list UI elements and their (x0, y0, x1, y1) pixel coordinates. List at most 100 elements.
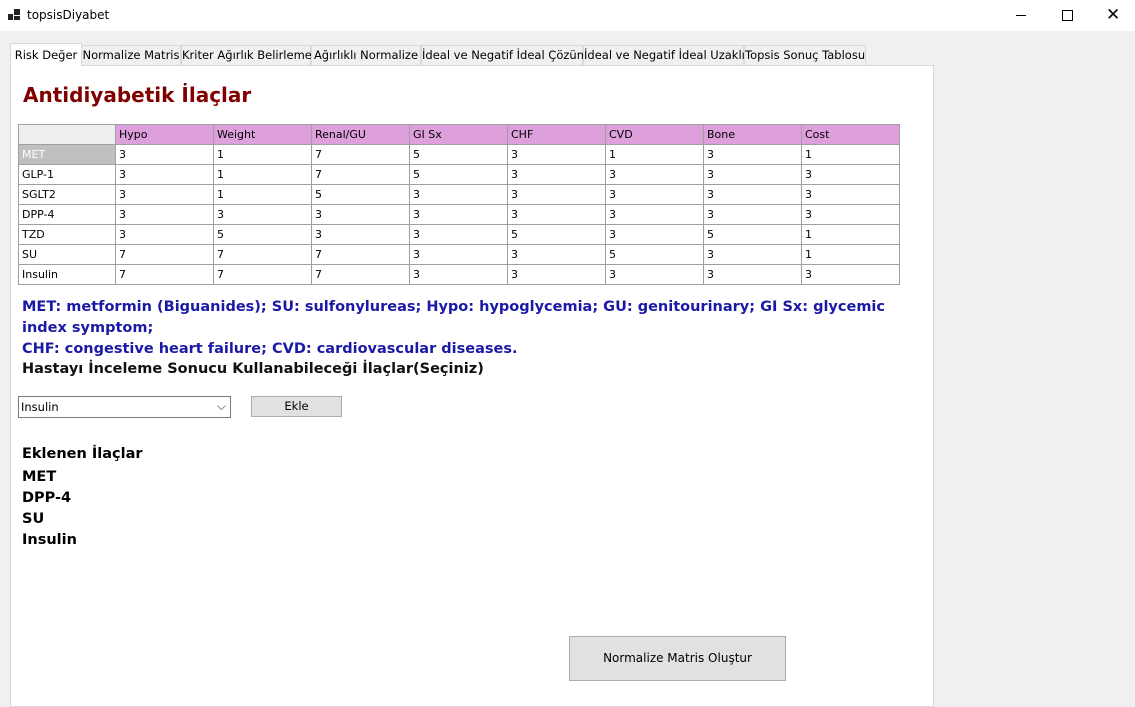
column-header[interactable]: Hypo (115, 124, 214, 145)
column-header[interactable]: Cost (801, 124, 900, 145)
table-cell[interactable]: 3 (703, 204, 802, 225)
tab-ideal-cozum[interactable]: İdeal ve Negatif İdeal Çözüm (421, 45, 588, 65)
table-cell[interactable]: 3 (115, 204, 214, 225)
table-cell[interactable]: 7 (115, 264, 214, 285)
table-cell[interactable]: 1 (605, 144, 704, 165)
table-cell[interactable]: 3 (409, 184, 508, 205)
column-header[interactable]: Weight (213, 124, 312, 145)
table-cell[interactable]: 3 (703, 164, 802, 185)
table-cell[interactable]: 7 (115, 244, 214, 265)
table-cell[interactable]: 3 (507, 144, 606, 165)
table-cell[interactable]: 5 (507, 224, 606, 245)
list-item: DPP-4 (22, 490, 72, 506)
table-cell[interactable]: 1 (213, 144, 312, 165)
normalize-matrix-button[interactable]: Normalize Matris Oluştur (569, 636, 786, 681)
combobox-value: Insulin (21, 400, 59, 414)
column-header[interactable]: Bone (703, 124, 802, 145)
table-cell[interactable]: 3 (409, 204, 508, 225)
app-icon (8, 9, 20, 21)
table-cell[interactable]: 3 (605, 224, 704, 245)
row-header-met[interactable]: MET (18, 144, 116, 165)
row-header-insulin[interactable]: Insulin (18, 264, 116, 285)
row-header-sglt2[interactable]: SGLT2 (18, 184, 116, 205)
table-cell[interactable]: 3 (507, 264, 606, 285)
table-cell[interactable]: 3 (703, 244, 802, 265)
table-cell[interactable]: 3 (213, 204, 312, 225)
tab-kriter-agirlik[interactable]: Kriter Ağırlık Belirleme (181, 45, 312, 65)
table-cell[interactable]: 5 (703, 224, 802, 245)
table-cell[interactable]: 3 (115, 184, 214, 205)
table-cell[interactable]: 7 (213, 264, 312, 285)
table-cell[interactable]: 3 (311, 224, 410, 245)
add-button[interactable]: Ekle (251, 396, 342, 417)
table-cell[interactable]: 3 (703, 264, 802, 285)
minimize-button[interactable] (998, 0, 1044, 31)
window-title: topsisDiyabet (27, 8, 110, 22)
table-cell[interactable]: 3 (115, 224, 214, 245)
table-cell[interactable]: 3 (507, 204, 606, 225)
table-cell[interactable]: 7 (311, 244, 410, 265)
table-cell[interactable]: 7 (311, 164, 410, 185)
row-header-dpp4[interactable]: DPP-4 (18, 204, 116, 225)
table-cell[interactable]: 3 (115, 164, 214, 185)
table-cell[interactable]: 7 (311, 264, 410, 285)
maximize-button[interactable] (1044, 0, 1090, 31)
column-header[interactable]: CVD (605, 124, 704, 145)
tab-risk-deger[interactable]: Risk Değer (10, 43, 82, 66)
row-header-tzd[interactable]: TZD (18, 224, 116, 245)
table-cell[interactable]: 3 (409, 224, 508, 245)
table-cell[interactable]: 1 (801, 144, 900, 165)
table-cell[interactable]: 1 (801, 224, 900, 245)
table-cell[interactable]: 5 (311, 184, 410, 205)
chevron-down-icon[interactable]: ⌵ (217, 399, 226, 414)
column-header[interactable]: GI Sx (409, 124, 508, 145)
table-cell[interactable]: 3 (605, 184, 704, 205)
close-icon: ✕ (1106, 5, 1121, 25)
table-cell[interactable]: 5 (409, 144, 508, 165)
table-cell[interactable]: 3 (801, 184, 900, 205)
table-cell[interactable]: 1 (213, 164, 312, 185)
table-cell[interactable]: 5 (213, 224, 312, 245)
table-cell[interactable]: 3 (409, 264, 508, 285)
close-button[interactable]: ✕ (1090, 0, 1135, 31)
table-cell[interactable]: 3 (605, 164, 704, 185)
risk-table[interactable]: Hypo Weight Renal/GU GI Sx CHF CVD Bone … (18, 124, 900, 285)
table-cell[interactable]: 3 (801, 264, 900, 285)
row-header-glp1[interactable]: GLP-1 (18, 164, 116, 185)
select-prompt-label: Hastayı İnceleme Sonucu Kullanabileceği … (22, 361, 484, 377)
table-cell[interactable]: 1 (801, 244, 900, 265)
table-cell[interactable]: 7 (213, 244, 312, 265)
table-cell[interactable]: 3 (507, 164, 606, 185)
title-bar: topsisDiyabet ✕ (0, 0, 1135, 31)
table-cell[interactable]: 3 (703, 184, 802, 205)
table-cell[interactable]: 3 (801, 204, 900, 225)
tab-ideal-uzaklik[interactable]: İdeal ve Negatif İdeal Uzaklık (583, 45, 752, 65)
table-cell[interactable]: 3 (409, 244, 508, 265)
table-cell[interactable]: 3 (507, 244, 606, 265)
row-header-su[interactable]: SU (18, 244, 116, 265)
column-header[interactable]: Renal/GU (311, 124, 410, 145)
table-cell[interactable]: 3 (311, 204, 410, 225)
tab-normalize-matris[interactable]: Normalize Matris (81, 45, 181, 65)
table-row: DPP-4 3 3 3 3 3 3 3 3 (18, 204, 900, 225)
table-cell[interactable]: 3 (115, 144, 214, 165)
table-row: SU 7 7 7 3 3 5 3 1 (18, 244, 900, 265)
tab-topsis-sonuc[interactable]: Topsis Sonuç Tablosu (744, 45, 866, 65)
table-cell[interactable]: 3 (605, 204, 704, 225)
table-row: MET 3 1 7 5 3 1 3 1 (18, 144, 900, 165)
table-cell[interactable]: 3 (703, 144, 802, 165)
column-header[interactable]: CHF (507, 124, 606, 145)
tab-agirlikli-normalize[interactable]: Ağırlıklı Normalize (311, 45, 421, 65)
table-cell[interactable]: 3 (605, 264, 704, 285)
list-item: MET (22, 469, 57, 485)
table-cell[interactable]: 3 (801, 164, 900, 185)
table-cell[interactable]: 3 (507, 184, 606, 205)
page-title: Antidiyabetik İlaçlar (23, 83, 252, 107)
table-cell[interactable]: 1 (213, 184, 312, 205)
drug-combobox[interactable]: Insulin ⌵ (18, 396, 231, 418)
table-cell[interactable]: 7 (311, 144, 410, 165)
table-cell[interactable]: 5 (409, 164, 508, 185)
table-row: TZD 3 5 3 3 5 3 5 1 (18, 224, 900, 245)
table-cell[interactable]: 5 (605, 244, 704, 265)
table-corner-cell[interactable] (18, 124, 116, 145)
